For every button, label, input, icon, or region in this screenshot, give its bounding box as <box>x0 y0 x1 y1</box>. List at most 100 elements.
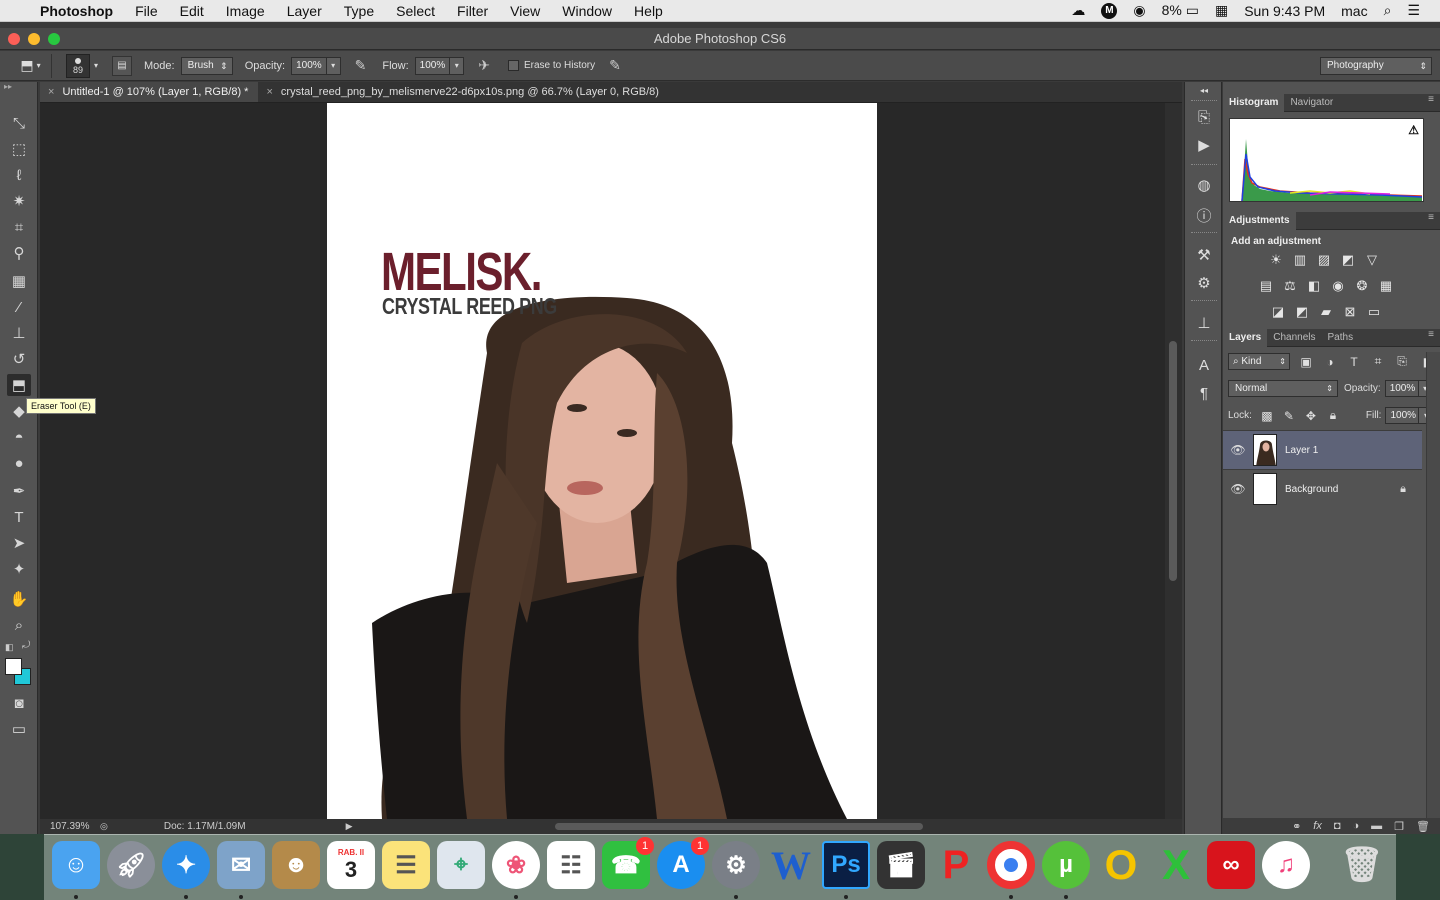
brush-tool-icon[interactable]: ⁄ <box>7 296 31 318</box>
system-preferences-icon[interactable]: ⚙ <box>712 841 760 889</box>
eraser-tool-icon[interactable]: ⬒ <box>7 374 31 396</box>
visibility-eye-icon[interactable]: 👁︎ <box>1223 443 1253 457</box>
mail-icon[interactable]: ✉ <box>217 841 265 889</box>
zoom-tool-icon[interactable]: ⌕ <box>7 614 31 636</box>
tab-channels[interactable]: Channels <box>1267 329 1321 347</box>
lasso-tool-icon[interactable]: ℓ <box>7 164 31 186</box>
workspace-select[interactable]: Photography <box>1320 57 1432 75</box>
layer-row-layer-1[interactable]: 👁︎ Layer 1 <box>1223 430 1422 469</box>
launchpad-icon[interactable]: 🚀︎ <box>107 841 155 889</box>
close-button[interactable] <box>8 33 20 45</box>
erase-history-checkbox[interactable] <box>507 60 519 71</box>
lock-transparent-icon[interactable]: ▩ <box>1256 409 1278 423</box>
chrome-icon[interactable] <box>987 841 1035 889</box>
character-panel-icon[interactable]: A <box>1193 354 1215 376</box>
menu-edit[interactable]: Edit <box>180 3 204 19</box>
selective-color-icon[interactable]: ⊠ <box>1341 303 1359 320</box>
trash-icon[interactable]: 🗑︎ <box>1338 841 1386 889</box>
scrollbar-thumb[interactable] <box>1169 341 1177 581</box>
itunes-icon[interactable]: ♫ <box>1262 841 1310 889</box>
menu-window[interactable]: Window <box>562 3 612 19</box>
clone-source-icon[interactable]: ⊥ <box>1193 312 1215 334</box>
layer-row-background[interactable]: 👁︎ Background 🔒︎ <box>1223 469 1422 508</box>
photoshop-icon[interactable]: Ps <box>822 841 870 889</box>
threshold-icon[interactable]: ▰ <box>1317 303 1335 320</box>
brush-panel-icon[interactable]: ⚒ <box>1193 244 1215 266</box>
spotlight-icon[interactable]: ⌕ <box>1384 2 1392 19</box>
path-selection-tool-icon[interactable]: ➤ <box>7 532 31 554</box>
vertical-scrollbar[interactable] <box>1165 103 1182 819</box>
clone-stamp-tool-icon[interactable]: ⊥ <box>7 322 31 344</box>
curves-icon[interactable]: ▨ <box>1315 251 1333 268</box>
word-icon[interactable]: W <box>767 841 815 889</box>
smart-object-filter-icon[interactable]: ⎘ <box>1394 354 1410 369</box>
default-colors-icon[interactable]: ◧ <box>5 642 14 653</box>
swap-colors-icon[interactable]: ⤾ <box>22 640 30 651</box>
notes-icon[interactable]: ☰ <box>382 841 430 889</box>
close-icon[interactable]: × <box>48 82 54 103</box>
lock-icon[interactable]: 🔒︎ <box>1400 483 1406 496</box>
finder-icon[interactable]: ☺ <box>52 841 100 889</box>
visibility-eye-icon[interactable]: 👁︎ <box>1223 482 1253 496</box>
lock-position-icon[interactable]: ✥ <box>1300 409 1322 423</box>
close-icon[interactable]: × <box>266 82 272 103</box>
add-mask-icon[interactable]: ◘ <box>1334 820 1341 832</box>
tool-presets-icon[interactable]: ⚙ <box>1193 272 1215 294</box>
tab-layers[interactable]: Layers <box>1223 328 1268 347</box>
paragraph-panel-icon[interactable]: ¶ <box>1193 382 1215 404</box>
history-panel-icon[interactable]: ⎘ <box>1193 106 1215 128</box>
contacts-icon[interactable]: ☻ <box>272 841 320 889</box>
opacity-field[interactable]: 100% <box>291 56 327 75</box>
marquee-tool-icon[interactable]: ⬚ <box>7 138 31 160</box>
quick-mask-icon[interactable]: ◙ <box>7 692 31 714</box>
utorrent-icon[interactable]: µ <box>1042 841 1090 889</box>
magic-wand-tool-icon[interactable]: ✷ <box>7 190 31 212</box>
layer-name[interactable]: Background <box>1285 484 1338 495</box>
black-white-icon[interactable]: ◧ <box>1305 277 1323 294</box>
collapse-icon[interactable]: ◂◂ <box>1193 84 1215 96</box>
lock-pixels-icon[interactable]: ✎ <box>1278 409 1300 423</box>
canvas-area[interactable]: MELISK. CRYSTAL REED PNG <box>40 103 1182 819</box>
link-layers-icon[interactable]: ⚭ <box>1292 820 1301 833</box>
color-lookup-icon[interactable]: ▦ <box>1377 277 1395 294</box>
zoom-level[interactable]: 107.39% <box>50 821 100 832</box>
menu-layer[interactable]: Layer <box>287 3 322 19</box>
warning-icon[interactable]: ⚠ <box>1408 123 1419 137</box>
gradient-map-icon[interactable]: ▭ <box>1365 303 1383 320</box>
reminders-icon[interactable]: ☷ <box>547 841 595 889</box>
creative-cloud-icon[interactable]: ☁ <box>1071 2 1085 19</box>
airbrush-icon[interactable]: ✈ <box>478 57 490 74</box>
flow-dropdown[interactable]: ▾ <box>450 56 465 75</box>
new-group-icon[interactable]: ▬ <box>1371 820 1382 832</box>
invert-icon[interactable]: ◪ <box>1269 303 1287 320</box>
document-tab-untitled[interactable]: × Untitled-1 @ 107% (Layer 1, RGB/8) * <box>40 82 259 103</box>
type-tool-icon[interactable]: T <box>7 506 31 528</box>
user-name[interactable]: mac <box>1341 3 1367 19</box>
maps-icon[interactable]: ⌖ <box>437 841 485 889</box>
new-layer-icon[interactable]: ❐ <box>1394 820 1404 833</box>
blend-mode-select[interactable]: Normal <box>1228 380 1338 397</box>
crop-tool-icon[interactable]: ⌗ <box>7 216 31 238</box>
hand-tool-icon[interactable]: ✋ <box>7 588 31 610</box>
hue-saturation-icon[interactable]: ▤ <box>1257 277 1275 294</box>
vibrance-icon[interactable]: ▽ <box>1363 251 1381 268</box>
brush-picker-arrow[interactable]: ▾ <box>94 61 98 70</box>
calendar-icon[interactable]: ▦ <box>1215 2 1228 19</box>
kind-filter-select[interactable]: ⌕ Kind <box>1228 353 1290 370</box>
tab-navigator[interactable]: Navigator <box>1284 94 1339 112</box>
minimize-button[interactable] <box>28 33 40 45</box>
menu-type[interactable]: Type <box>344 3 374 19</box>
layer-name[interactable]: Layer 1 <box>1285 445 1318 456</box>
wps-presentation-icon[interactable]: P <box>932 841 980 889</box>
brightness-icon[interactable]: ☀ <box>1267 251 1285 268</box>
status-options-icon[interactable]: ◎ <box>100 821 108 832</box>
menu-view[interactable]: View <box>510 3 540 19</box>
final-cut-icon[interactable]: 🎬︎ <box>877 841 925 889</box>
status-menu-arrow[interactable]: ▶ <box>346 821 353 832</box>
dodge-tool-icon[interactable]: ● <box>7 452 31 474</box>
creative-cloud-icon[interactable]: ∞ <box>1207 841 1255 889</box>
wps-office-icon[interactable]: O <box>1097 841 1145 889</box>
panel-menu-icon[interactable]: ≡ <box>1428 212 1434 223</box>
opacity-dropdown[interactable]: ▾ <box>326 56 341 75</box>
panel-menu-icon[interactable]: ≡ <box>1428 94 1434 105</box>
